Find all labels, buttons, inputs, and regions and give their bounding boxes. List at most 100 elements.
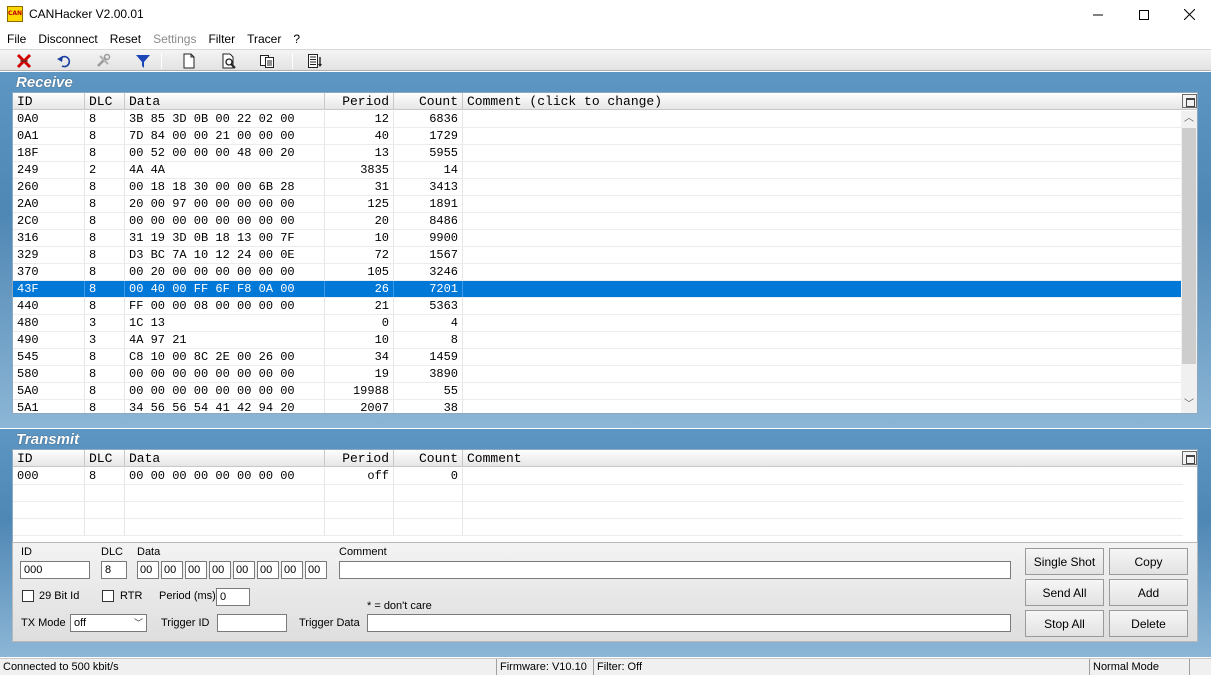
menu-tracer[interactable]: Tracer bbox=[241, 29, 287, 49]
maximize-button[interactable] bbox=[1121, 0, 1167, 29]
data-byte-input[interactable]: 00 bbox=[281, 561, 303, 579]
table-row[interactable]: 480 3 1C 13 0 4 bbox=[13, 315, 1183, 332]
data-byte-input[interactable]: 00 bbox=[161, 561, 183, 579]
table-row[interactable]: 5A1 8 34 56 56 54 41 42 94 20 2007 38 bbox=[13, 400, 1183, 413]
stop-all-button[interactable]: Stop All bbox=[1025, 610, 1104, 637]
cell-data: 00 00 00 00 00 00 00 00 bbox=[125, 366, 325, 382]
table-row[interactable]: 370 8 00 20 00 00 00 00 00 00 105 3246 bbox=[13, 264, 1183, 281]
trigger-id-input[interactable] bbox=[217, 614, 287, 632]
delete-button[interactable]: Delete bbox=[1109, 610, 1188, 637]
add-button[interactable]: Add bbox=[1109, 579, 1188, 606]
menu-help[interactable]: ? bbox=[287, 29, 306, 49]
cell-period: 19988 bbox=[325, 383, 394, 399]
cell-comment bbox=[463, 196, 1183, 212]
cell-data bbox=[125, 485, 325, 501]
table-row[interactable]: 260 8 00 18 18 30 00 00 6B 28 31 3413 bbox=[13, 179, 1183, 196]
table-row[interactable]: 490 3 4A 97 21 10 8 bbox=[13, 332, 1183, 349]
table-row[interactable]: 316 8 31 19 3D 0B 18 13 00 7F 10 9900 bbox=[13, 230, 1183, 247]
dlc-input[interactable]: 8 bbox=[101, 561, 127, 579]
cell-data: FF 00 00 08 00 00 00 00 bbox=[125, 298, 325, 314]
column-header-dlc[interactable]: DLC bbox=[85, 450, 125, 467]
cell-count: 6836 bbox=[394, 111, 463, 127]
cell-data: 4A 97 21 bbox=[125, 332, 325, 348]
table-row[interactable]: 43F 8 00 40 00 FF 6F F8 0A 00 26 7201 bbox=[13, 281, 1183, 298]
table-row[interactable]: 545 8 C8 10 00 8C 2E 00 26 00 34 1459 bbox=[13, 349, 1183, 366]
trigger-data-input[interactable] bbox=[367, 614, 1011, 632]
cell-count: 8 bbox=[394, 332, 463, 348]
close-icon bbox=[1183, 9, 1195, 20]
single-shot-button[interactable]: Single Shot bbox=[1025, 548, 1104, 575]
tracer-button[interactable] bbox=[304, 51, 326, 70]
table-row[interactable]: 2C0 8 00 00 00 00 00 00 00 00 20 8486 bbox=[13, 213, 1183, 230]
column-header-period[interactable]: Period bbox=[325, 93, 394, 110]
period-input[interactable]: 0 bbox=[216, 588, 250, 606]
tools-icon bbox=[97, 53, 111, 67]
rtr-checkbox[interactable] bbox=[102, 590, 114, 602]
print-preview-button[interactable] bbox=[218, 51, 240, 70]
id-input[interactable]: 000 bbox=[20, 561, 90, 579]
column-header-dlc[interactable]: DLC bbox=[85, 93, 125, 110]
table-row[interactable]: 2A0 8 20 00 97 00 00 00 00 00 125 1891 bbox=[13, 196, 1183, 213]
data-byte-input[interactable]: 00 bbox=[137, 561, 159, 579]
menu-reset[interactable]: Reset bbox=[104, 29, 147, 49]
column-header-comment[interactable]: Comment (click to change) bbox=[463, 93, 1183, 110]
table-row[interactable]: 0A0 8 3B 85 3D 0B 00 22 02 00 12 6836 bbox=[13, 111, 1183, 128]
table-row[interactable]: 5A0 8 00 00 00 00 00 00 00 00 19988 55 bbox=[13, 383, 1183, 400]
table-row[interactable] bbox=[13, 502, 1183, 519]
scroll-down-icon[interactable]: ﹀ bbox=[1181, 397, 1197, 413]
close-button[interactable] bbox=[1166, 0, 1211, 29]
cell-id: 580 bbox=[13, 366, 85, 382]
disconnect-button[interactable] bbox=[13, 51, 35, 70]
data-byte-input[interactable]: 00 bbox=[257, 561, 279, 579]
data-byte-input[interactable]: 00 bbox=[209, 561, 231, 579]
column-header-count[interactable]: Count bbox=[394, 450, 463, 467]
menu-filter[interactable]: Filter bbox=[202, 29, 241, 49]
column-header-data[interactable]: Data bbox=[125, 450, 325, 467]
menu-disconnect[interactable]: Disconnect bbox=[32, 29, 103, 49]
maximize-grid-button[interactable] bbox=[1182, 94, 1197, 108]
table-row[interactable]: 249 2 4A 4A 3835 14 bbox=[13, 162, 1183, 179]
table-row[interactable]: 000 8 00 00 00 00 00 00 00 00 off 0 bbox=[13, 468, 1183, 485]
column-header-period[interactable]: Period bbox=[325, 450, 394, 467]
undo-button[interactable] bbox=[53, 51, 75, 70]
comment-input[interactable] bbox=[339, 561, 1011, 579]
filter-button[interactable] bbox=[132, 51, 154, 70]
cell-id: 2A0 bbox=[13, 196, 85, 212]
data-byte-input[interactable]: 00 bbox=[185, 561, 207, 579]
29-bit-id-checkbox[interactable] bbox=[22, 590, 34, 602]
column-header-data[interactable]: Data bbox=[125, 93, 325, 110]
cell-dlc: 8 bbox=[85, 196, 125, 212]
table-row[interactable]: 440 8 FF 00 00 08 00 00 00 00 21 5363 bbox=[13, 298, 1183, 315]
scrollbar-thumb[interactable] bbox=[1182, 128, 1196, 364]
copy-button[interactable]: Copy bbox=[1109, 548, 1188, 575]
new-button[interactable] bbox=[178, 51, 200, 70]
data-byte-input[interactable]: 00 bbox=[233, 561, 255, 579]
cell-dlc: 8 bbox=[85, 264, 125, 280]
table-row[interactable]: 18F 8 00 52 00 00 00 48 00 20 13 5955 bbox=[13, 145, 1183, 162]
send-all-button[interactable]: Send All bbox=[1025, 579, 1104, 606]
table-row[interactable]: 329 8 D3 BC 7A 10 12 24 00 0E 72 1567 bbox=[13, 247, 1183, 264]
table-row[interactable]: 580 8 00 00 00 00 00 00 00 00 19 3890 bbox=[13, 366, 1183, 383]
column-header-id[interactable]: ID bbox=[13, 93, 85, 110]
column-header-count[interactable]: Count bbox=[394, 93, 463, 110]
table-row[interactable] bbox=[13, 519, 1183, 536]
column-header-id[interactable]: ID bbox=[13, 450, 85, 467]
cell-count: 1567 bbox=[394, 247, 463, 263]
table-row[interactable] bbox=[13, 485, 1183, 502]
tx-mode-select[interactable]: off ﹀ bbox=[70, 614, 147, 632]
data-byte-input[interactable]: 00 bbox=[305, 561, 327, 579]
settings-tools-button[interactable] bbox=[92, 51, 114, 70]
menu-settings[interactable]: Settings bbox=[147, 29, 202, 49]
table-row[interactable]: 0A1 8 7D 84 00 00 21 00 00 00 40 1729 bbox=[13, 128, 1183, 145]
menu-file[interactable]: File bbox=[1, 29, 32, 49]
cell-period: 125 bbox=[325, 196, 394, 212]
scroll-up-icon[interactable]: ︿ bbox=[1181, 111, 1197, 127]
cell-period: 105 bbox=[325, 264, 394, 280]
cell-data: 20 00 97 00 00 00 00 00 bbox=[125, 196, 325, 212]
copy-toolbar-button[interactable] bbox=[256, 51, 278, 70]
minimize-button[interactable] bbox=[1075, 0, 1121, 29]
column-header-comment[interactable]: Comment bbox=[463, 450, 1183, 467]
cell-id: 5A1 bbox=[13, 400, 85, 413]
maximize-grid-button[interactable] bbox=[1182, 451, 1197, 465]
receive-scrollbar[interactable]: ︿ ﹀ bbox=[1181, 111, 1197, 413]
